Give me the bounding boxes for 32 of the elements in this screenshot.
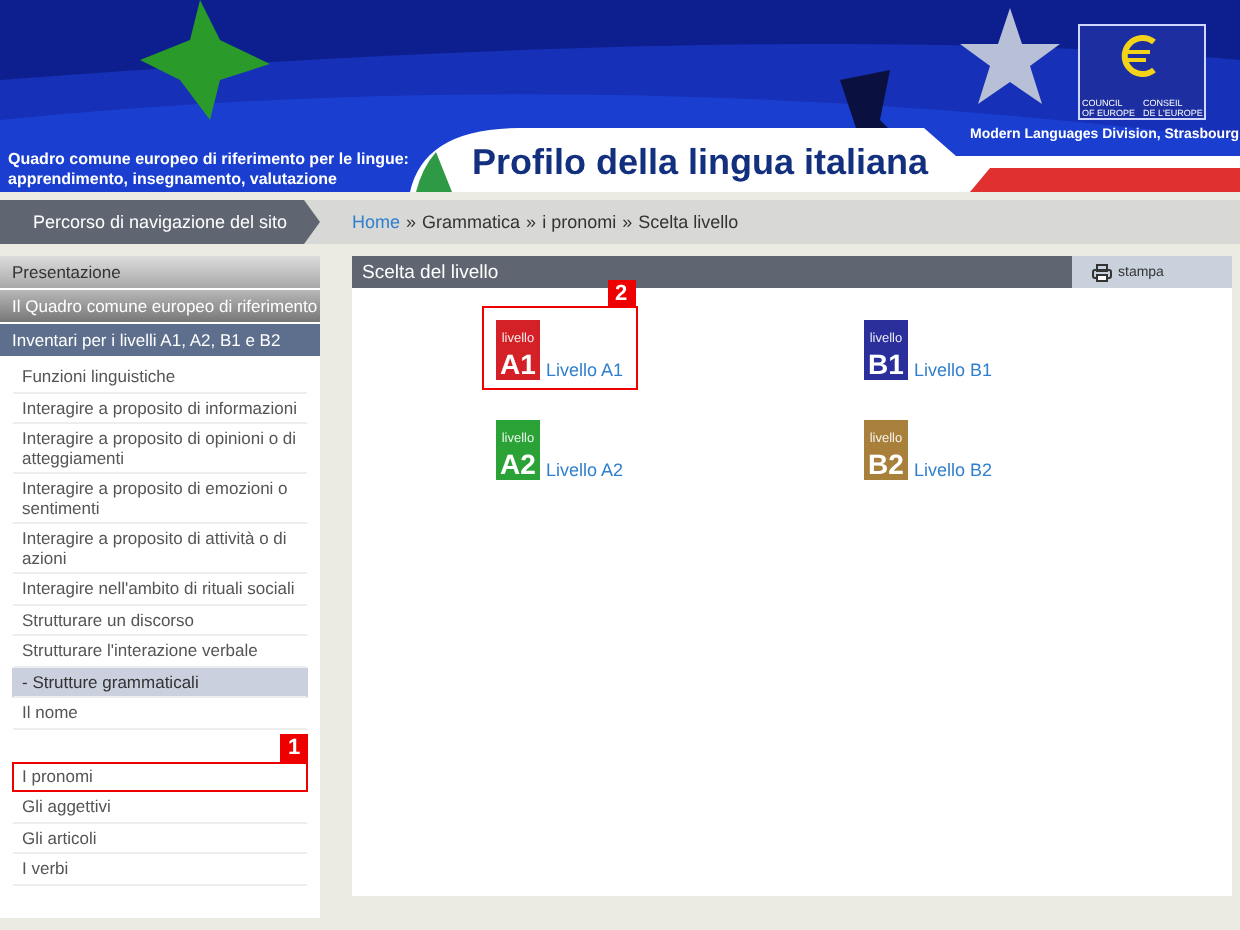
- callout-badge: 2: [607, 280, 636, 308]
- banner-subtitle: Quadro comune europeo di riferimento per le lingue: apprendimento, insegnamento, valutazione: [8, 150, 409, 190]
- breadcrumb-separator: »: [406, 212, 417, 232]
- level-link[interactable]: Livello B1: [914, 360, 993, 380]
- sidebar-item[interactable]: I pronomi: [12, 761, 308, 792]
- sidebar-item[interactable]: Interagire a proposito di attività o di azioni: [12, 524, 308, 574]
- nav-label: Percorso di navigazione del sito: [0, 200, 320, 244]
- sidebar-item[interactable]: Funzioni linguistiche: [12, 362, 308, 393]
- printer-icon: [1092, 263, 1112, 281]
- sidebar-item[interactable]: I verbi: [12, 854, 308, 885]
- sidebar-item[interactable]: Gli articoli: [12, 823, 308, 854]
- sidebar-item[interactable]: Interagire a proposito di informazioni: [12, 393, 308, 424]
- level-link[interactable]: Livello A1: [546, 360, 624, 380]
- emblem-icon: [1078, 24, 1206, 120]
- sidebar-item[interactable]: Interagire a proposito di opinioni o di atteggiamenti: [12, 424, 308, 474]
- sidebar-section[interactable]: Inventari per i livelli A1, A2, B1 e B2: [0, 324, 320, 358]
- sidebar-item[interactable]: Il nome: [12, 698, 308, 729]
- sidebar-item[interactable]: Gli aggettivi: [12, 792, 308, 823]
- level-link[interactable]: Livello A2: [546, 460, 624, 480]
- callout-badge: 1: [280, 733, 308, 761]
- breadcrumb-item: i pronomi: [542, 212, 617, 232]
- breadcrumb-separator: »: [622, 212, 633, 232]
- sidebar-group[interactable]: - Strutture grammaticali: [12, 667, 308, 698]
- level-link[interactable]: Livello B2: [914, 460, 993, 480]
- sidebar-item[interactable]: Interagire a proposito di emozioni o sentimenti: [12, 474, 308, 524]
- breadcrumb-item: Scelta livello: [638, 212, 739, 232]
- site-title: Profilo della lingua italiana: [472, 142, 929, 184]
- breadcrumb-separator: »: [526, 212, 537, 232]
- sidebar-item[interactable]: Strutturare un discorso: [12, 605, 308, 636]
- sidebar-item[interactable]: Interagire nell'ambito di rituali sociali: [12, 574, 308, 605]
- breadcrumb-item: Grammatica: [422, 212, 521, 232]
- sidebar-section[interactable]: Presentazione: [0, 256, 320, 290]
